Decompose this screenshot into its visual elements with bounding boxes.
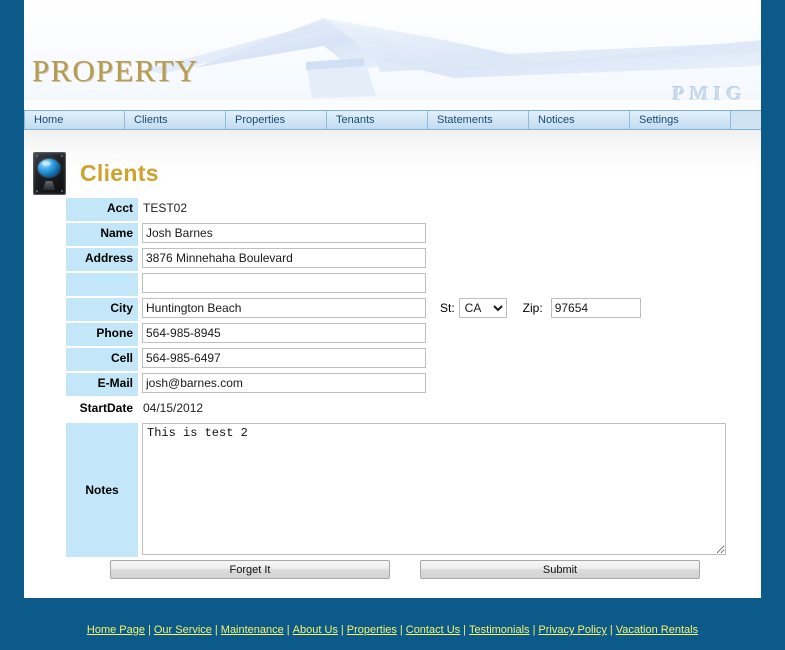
globe-stand <box>43 181 55 190</box>
site-footer: Home Page | Our Service | Maintenance | About … <box>24 598 761 650</box>
label-notes: Notes <box>66 423 138 557</box>
footer-link-properties[interactable]: Properties <box>347 624 397 636</box>
footer-separator: | <box>214 624 218 636</box>
footer-link-home-page[interactable]: Home Page <box>87 624 145 636</box>
footer-separator: | <box>340 624 344 636</box>
page-title: Clients <box>80 160 159 186</box>
footer-link-contact-us[interactable]: Contact Us <box>406 624 460 636</box>
state-zip-group: St: CA Zip: <box>440 298 641 318</box>
value-acct: TEST02 <box>143 201 188 215</box>
address-line1-input[interactable] <box>142 248 426 268</box>
notes-textarea[interactable]: This is test 2 <box>142 423 726 555</box>
phone-input[interactable] <box>142 323 426 343</box>
label-name: Name <box>66 223 138 246</box>
footer-link-about-us[interactable]: About Us <box>293 624 338 636</box>
footer-link-privacy-policy[interactable]: Privacy Policy <box>538 624 606 636</box>
email-input[interactable] <box>142 373 426 393</box>
nav-item-properties[interactable]: Properties <box>226 111 327 129</box>
footer-separator: | <box>609 624 613 636</box>
form-row-phone: Phone <box>66 323 726 346</box>
submit-button[interactable]: Submit <box>420 560 700 579</box>
footer-link-vacation-rentals[interactable]: Vacation Rentals <box>616 624 698 636</box>
label-startdate: StartDate <box>79 401 133 415</box>
form-row-email: E-Mail <box>66 373 726 396</box>
footer-separator: | <box>399 624 403 636</box>
icon-corner-dot <box>36 155 38 157</box>
site-logo: PROPERTY MANAGEMENT INVESTMENT GROUP <box>32 8 268 110</box>
value-startdate: 04/15/2012 <box>143 401 204 415</box>
icon-corner-dot <box>36 190 38 192</box>
footer-link-testimonials[interactable]: Testimonials <box>469 624 530 636</box>
nav-item-settings[interactable]: Settings <box>630 111 731 129</box>
form-row-address1: Address <box>66 248 726 271</box>
form-actions: Forget It Submit <box>110 560 730 579</box>
app-page: PROPERTY MANAGEMENT INVESTMENT GROUP PMI… <box>0 0 785 650</box>
label-phone: Phone <box>66 323 138 346</box>
label-cell: Cell <box>66 348 138 371</box>
icon-corner-dot <box>61 190 63 192</box>
icon-corner-dot <box>61 155 63 157</box>
cell-input[interactable] <box>142 348 426 368</box>
footer-link-our-service[interactable]: Our Service <box>154 624 212 636</box>
main-navigation: Home Clients Properties Tenants Statemen… <box>24 110 761 130</box>
footer-link-maintenance[interactable]: Maintenance <box>221 624 284 636</box>
client-globe-icon <box>33 152 66 195</box>
form-row-acct: Acct TEST02 <box>66 198 726 221</box>
footer-links: Home Page | Our Service | Maintenance | About … <box>24 624 761 636</box>
state-select[interactable]: CA <box>458 298 507 318</box>
nav-item-home[interactable]: Home <box>24 111 125 129</box>
site-banner: PROPERTY MANAGEMENT INVESTMENT GROUP PMI… <box>24 0 761 110</box>
label-acct: Acct <box>66 198 138 221</box>
footer-separator: | <box>463 624 467 636</box>
nav-item-tenants[interactable]: Tenants <box>327 111 428 129</box>
nav-item-notices[interactable]: Notices <box>529 111 630 129</box>
nav-item-statements[interactable]: Statements <box>428 111 529 129</box>
form-row-name: Name <box>66 223 726 246</box>
footer-separator: | <box>147 624 151 636</box>
form-row-cell: Cell <box>66 348 726 371</box>
label-zip: Zip: <box>522 301 543 315</box>
label-address2 <box>66 273 138 296</box>
label-city: City <box>66 298 138 321</box>
globe-sphere <box>38 159 60 177</box>
zip-input[interactable] <box>550 298 641 318</box>
city-input[interactable] <box>142 298 426 318</box>
forget-it-button[interactable]: Forget It <box>110 560 390 579</box>
page-header: Clients <box>33 152 159 195</box>
form-row-city-state-zip: City St: CA Zip: <box>66 298 726 321</box>
nav-item-clients[interactable]: Clients <box>125 111 226 129</box>
footer-separator: | <box>286 624 290 636</box>
form-row-address2 <box>66 273 726 296</box>
form-row-startdate: StartDate 04/15/2012 <box>66 398 726 421</box>
label-state: St: <box>440 301 455 315</box>
label-address: Address <box>66 248 138 271</box>
pmig-watermark: PMIG <box>672 83 747 105</box>
name-input[interactable] <box>142 223 426 243</box>
address-line2-input[interactable] <box>142 273 426 293</box>
logo-line-1: PROPERTY <box>32 53 199 88</box>
form-row-notes: Notes This is test 2 <box>66 423 726 557</box>
client-form: Acct TEST02 Name Address City St: CA Zip… <box>66 198 726 559</box>
label-email: E-Mail <box>66 373 138 396</box>
